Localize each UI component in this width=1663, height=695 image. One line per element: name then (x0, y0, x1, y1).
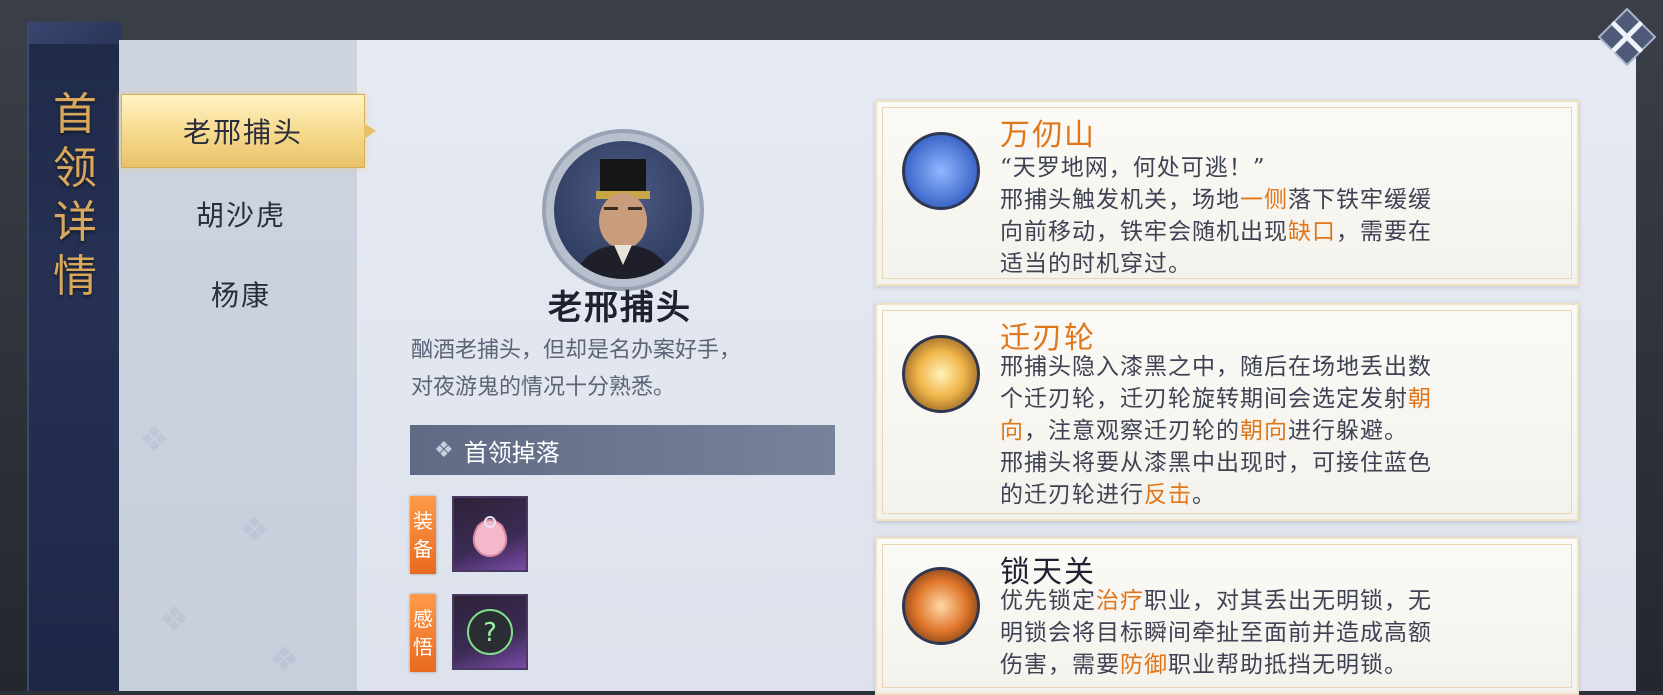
boss-drops-title: 首领掉落 (463, 438, 560, 467)
boss-description-line: 对夜游鬼的情况十分熟悉。 (411, 375, 676, 400)
skill-description-line: “天罗地网，何处可逃！” (1000, 152, 1560, 184)
skill-text: 伤害，需要 (1000, 652, 1120, 678)
skill-text: 邢捕头触发机关，场地 (1000, 187, 1240, 213)
skill-text: 向前移动，铁牢会随机出现 (1000, 219, 1288, 245)
boss-tab-label: 老邢捕头 (182, 116, 303, 149)
skill-description-line: 向前移动，铁牢会随机出现缺口，需要在 (1000, 216, 1560, 248)
drop-tag-insight: 感 悟 (410, 594, 436, 672)
drop-tag-char: 装 (413, 509, 433, 533)
skill-description: 邢捕头隐入漆黑之中，随后在场地丢出数 个迁刃轮，迁刃轮旋转期间会选定发射朝 向，注意… (1000, 351, 1560, 511)
skill-description-line: 向，注意观察迁刃轮的朝向进行躲避。 (1000, 415, 1560, 447)
skill-description-line: 优先锁定治疗职业，对其丢出无明锁，无 (1000, 585, 1560, 617)
golden-wheel-skill-icon (902, 335, 980, 413)
title-strip: 首 领 详 情 (27, 22, 121, 691)
skill-text: 邢捕头隐入漆黑之中，随后在场地丢出数 (1000, 354, 1432, 380)
drop-item-equipment[interactable] (452, 496, 528, 572)
boss-drops-header: ❖ 首领掉落 (410, 425, 835, 475)
skill-text: 个迁刃轮，迁刃轮旋转期间会选定发射 (1000, 386, 1408, 412)
decor-pattern: ❖ (269, 640, 300, 680)
skill-description-line: 明锁会将目标瞬间牵扯至面前并造成高额 (1000, 617, 1560, 649)
skill-title: 万仞山 (1000, 118, 1096, 153)
skill-text: ，注意观察迁刃轮的 (1024, 418, 1240, 444)
diamond-icon: ❖ (434, 437, 454, 463)
boss-portrait-frame (542, 129, 704, 291)
highlighted-keyword: 朝向 (1240, 418, 1288, 444)
highlighted-keyword: 向 (1000, 418, 1024, 444)
decor-pattern: ❖ (139, 420, 170, 460)
skill-text: 明锁会将目标瞬间牵扯至面前并造成高额 (1000, 620, 1432, 646)
skill-text: 。 (1192, 482, 1216, 508)
close-button[interactable] (1594, 4, 1660, 70)
boss-portrait (554, 141, 692, 279)
drop-tag-char: 感 (413, 607, 433, 631)
panel-title-char: 首 (53, 89, 97, 140)
skill-card: 万仞山 “天罗地网，何处可逃！” 邢捕头触发机关，场地一侧落下铁牢缓缓 向前移动，铁… (875, 100, 1579, 286)
svg-text:?: ? (483, 618, 497, 648)
skill-description-line: 邢捕头触发机关，场地一侧落下铁牢缓缓 (1000, 184, 1560, 216)
skill-description-line: 个迁刃轮，迁刃轮旋转期间会选定发射朝 (1000, 383, 1560, 415)
highlighted-keyword: 反击 (1144, 482, 1192, 508)
skill-text: 职业帮助抵挡无明锁。 (1168, 652, 1408, 678)
skill-text: 的迁刃轮进行 (1000, 482, 1144, 508)
pouch-icon (472, 516, 508, 557)
skill-card: 锁天关 优先锁定治疗职业，对其丢出无明锁，无 明锁会将目标瞬间牵扯至面前并造成高额… (875, 537, 1579, 695)
drop-tag-equipment: 装 备 (410, 496, 436, 574)
close-icon (1597, 7, 1657, 67)
skill-text: 优先锁定 (1000, 588, 1096, 614)
skill-description-line: 邢捕头将要从漆黑中出现时，可接住蓝色 (1000, 447, 1560, 479)
drop-item-insight[interactable]: ? (452, 594, 528, 670)
boss-tab-laoxing[interactable]: 老邢捕头 (121, 94, 376, 168)
boss-description: 酗酒老捕头，但却是名办案好手， 对夜游鬼的情况十分熟悉。 (411, 332, 831, 406)
decor-pattern: ❖ (159, 600, 190, 640)
blue-figure-skill-icon (902, 132, 980, 210)
skill-text: 适当的时机穿过。 (1000, 251, 1192, 277)
skill-text: 邢捕头将要从漆黑中出现时，可接住蓝色 (1000, 450, 1432, 476)
skill-description: 优先锁定治疗职业，对其丢出无明锁，无 明锁会将目标瞬间牵扯至面前并造成高额 伤害，需… (1000, 585, 1560, 681)
decor-pattern: ❖ (239, 510, 270, 550)
skill-card: 迁刃轮 邢捕头隐入漆黑之中，随后在场地丢出数 个迁刃轮，迁刃轮旋转期间会选定发射朝… (875, 303, 1579, 521)
boss-tab-label: 杨康 (210, 279, 271, 312)
highlighted-keyword: 一侧 (1240, 187, 1288, 213)
question-orb-icon: ? (467, 609, 513, 655)
skill-description-line: 伤害，需要防御职业帮助抵挡无明锁。 (1000, 649, 1560, 681)
skill-text: 职业，对其丢出无明锁，无 (1144, 588, 1432, 614)
boss-tab-hushahu[interactable]: 胡沙虎 (121, 178, 361, 250)
panel-title: 首 领 详 情 (29, 88, 121, 304)
skill-description-line: 适当的时机穿过。 (1000, 248, 1560, 280)
skill-text: ，需要在 (1336, 219, 1432, 245)
drop-row-equipment: 装 备 (410, 496, 528, 574)
drop-tag-char: 备 (413, 537, 433, 561)
boss-name: 老邢捕头 (548, 288, 692, 328)
skill-description-line: 的迁刃轮进行反击。 (1000, 479, 1560, 511)
highlighted-keyword: 治疗 (1096, 588, 1144, 614)
drop-tag-char: 悟 (413, 635, 433, 659)
boss-description-line: 酗酒老捕头，但却是名办案好手， (411, 338, 742, 363)
highlighted-keyword: 朝 (1408, 386, 1432, 412)
skill-description: “天罗地网，何处可逃！” 邢捕头触发机关，场地一侧落下铁牢缓缓 向前移动，铁牢会随机… (1000, 152, 1560, 280)
boss-tab-yangkang[interactable]: 杨康 (121, 258, 361, 330)
highlighted-keyword: 防御 (1120, 652, 1168, 678)
panel-title-char: 领 (53, 143, 97, 194)
skill-text: “天罗地网，何处可逃！” (1000, 155, 1266, 181)
boss-tab-label: 胡沙虎 (195, 199, 286, 232)
drop-row-insight: 感 悟 ? (410, 594, 528, 672)
flame-lock-skill-icon (902, 567, 980, 645)
skill-text: 进行躲避。 (1288, 418, 1408, 444)
skill-description-line: 邢捕头隐入漆黑之中，随后在场地丢出数 (1000, 351, 1560, 383)
highlighted-keyword: 缺口 (1288, 219, 1336, 245)
panel-title-char: 详 (53, 197, 97, 248)
panel-title-char: 情 (53, 251, 97, 302)
skill-text: 落下铁牢缓缓 (1288, 187, 1432, 213)
